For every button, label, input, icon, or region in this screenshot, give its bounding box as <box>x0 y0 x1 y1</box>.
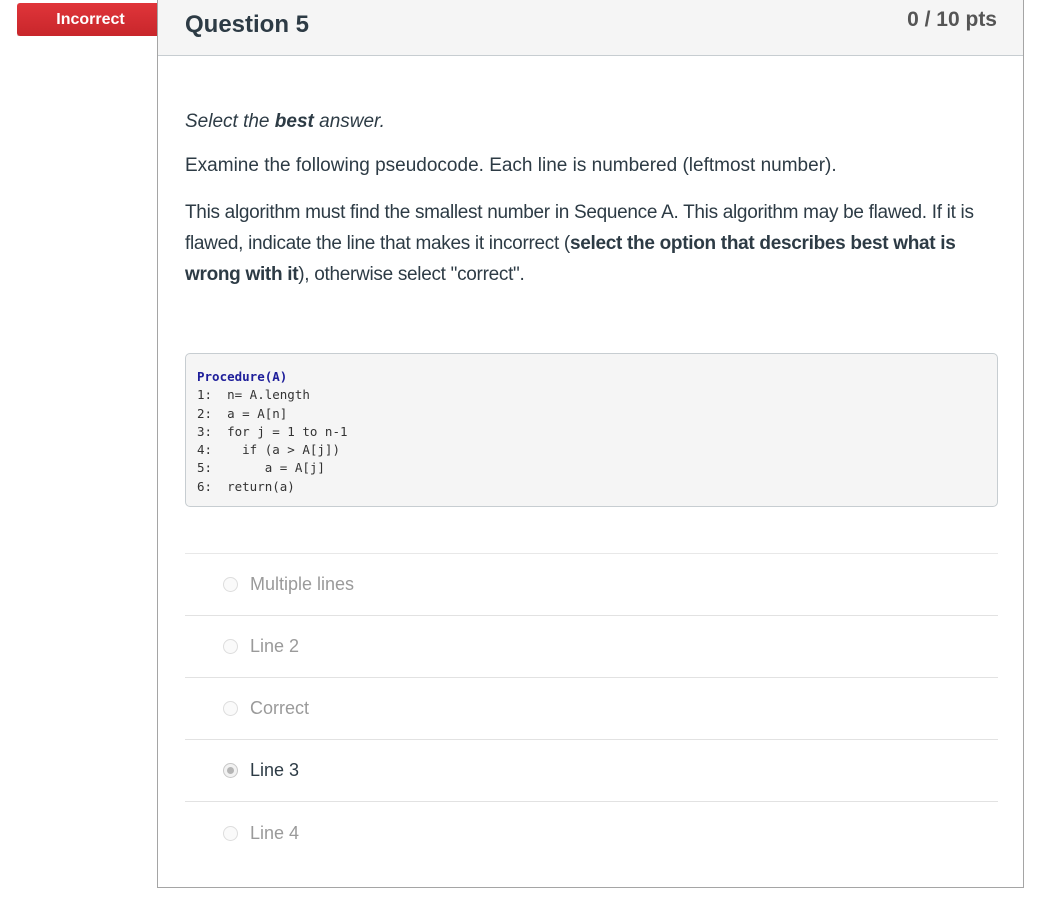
radio-button[interactable] <box>223 825 238 841</box>
code-line: 2: a = A[n] <box>197 405 288 421</box>
incorrect-flag: Incorrect <box>17 3 174 36</box>
instruction-text: Select the best answer. <box>185 111 997 133</box>
code-line: 5: a = A[j] <box>197 460 325 476</box>
code-line: 1: n= A.length <box>197 387 310 403</box>
answer-label: Multiple lines <box>250 574 355 594</box>
answer-label: Line 2 <box>250 636 300 656</box>
radio-button[interactable] <box>223 577 238 592</box>
radio-button[interactable] <box>223 639 238 654</box>
answer-list: Multiple lines Line 2 Correct Line 3 Lin… <box>185 553 998 864</box>
code-header: Procedure(A) <box>197 369 288 384</box>
instruction-post: answer. <box>313 111 385 132</box>
answer-option[interactable]: Multiple lines <box>185 554 998 616</box>
answer-option-selected[interactable]: Line 3 <box>185 740 998 802</box>
answer-option[interactable]: Line 4 <box>185 802 998 864</box>
description-text: This algorithm must find the smallest nu… <box>185 197 997 290</box>
question-card: Question 5 0 / 10 pts Select the best an… <box>157 0 1024 888</box>
question-points: 0 / 10 pts <box>907 8 997 31</box>
instruction-pre: Select the <box>185 111 275 132</box>
answer-option[interactable]: Correct <box>185 678 998 740</box>
code-line: 4: if (a > A[j]) <box>197 442 340 458</box>
pseudocode-block: Procedure(A) 1: n= A.length 2: a = A[n] … <box>185 353 998 507</box>
intro-text: Examine the following pseudocode. Each l… <box>185 155 837 176</box>
incorrect-flag-label: Incorrect <box>56 10 125 28</box>
question-body: Select the best answer. Examine the foll… <box>158 111 1023 864</box>
code-line: 3: for j = 1 to n-1 <box>197 423 348 439</box>
answer-label: Correct <box>250 698 310 718</box>
instruction-bold: best <box>274 111 314 132</box>
answer-option[interactable]: Line 2 <box>185 616 998 678</box>
radio-button-selected[interactable] <box>223 763 238 778</box>
question-header: Question 5 0 / 10 pts <box>158 0 1023 56</box>
answer-label: Line 3 <box>250 760 300 780</box>
radio-button[interactable] <box>223 701 238 716</box>
answer-label: Line 4 <box>250 822 300 843</box>
question-title: Question 5 <box>185 11 310 38</box>
code-line: 6: return(a) <box>197 478 295 494</box>
description-part-2: ), otherwise select "correct". <box>298 264 525 285</box>
